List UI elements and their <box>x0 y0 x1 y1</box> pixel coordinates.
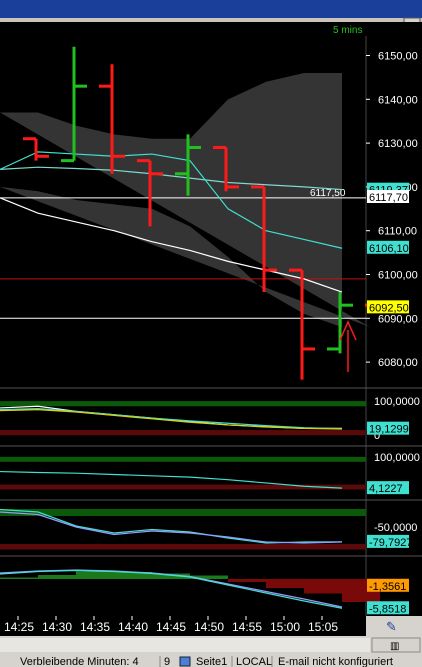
x-tick-label: 14:30 <box>42 620 72 634</box>
indicator3-panel: -50,0000 -79,7927 <box>0 508 417 550</box>
y-tick-label: 6150,00 <box>378 51 418 63</box>
y-tick-label: 100,0000 <box>374 452 420 464</box>
indicator-line <box>0 408 343 430</box>
price-badge-label: 6106,10 <box>369 243 409 255</box>
price-badge-label: 6117,70 <box>369 192 408 204</box>
histogram-panel: -1,3561 -5,8518 <box>0 569 409 615</box>
y-tick-label: 100,0000 <box>374 396 420 408</box>
indicator-badge-label: -1,3561 <box>369 581 406 593</box>
histogram-bar <box>304 579 342 594</box>
histogram-bar <box>38 575 76 579</box>
status-mail: E-mail nicht konfiguriert <box>278 656 393 667</box>
indicator1-panel: 100,0000019,1299 <box>0 396 420 442</box>
histogram-bar <box>228 579 266 582</box>
indicator-badge-label: 19,1299 <box>369 424 409 436</box>
histogram-bar <box>76 571 114 579</box>
histogram-bar <box>0 577 38 579</box>
indicator-badge-label: 4,1227 <box>369 483 403 495</box>
price-panel: 6117,506080,006090,006100,006110,006120,… <box>0 46 418 380</box>
page-icon <box>179 656 191 667</box>
status-page-name: Seite1 <box>196 656 227 667</box>
x-tick-label: 14:45 <box>156 620 186 634</box>
y-tick-label: 6100,00 <box>378 270 418 282</box>
x-tick-label: 14:25 <box>4 620 34 634</box>
indicator-badge-label: -5,8518 <box>369 603 406 615</box>
timeframe-label: 5 mins <box>333 25 362 36</box>
oversold-zone <box>0 430 366 436</box>
x-tick-label: 15:05 <box>308 620 338 634</box>
overbought-zone <box>0 401 366 407</box>
title-bar <box>0 0 422 20</box>
indicator-badge-label: -79,7927 <box>369 537 412 549</box>
y-tick-label: 6080,00 <box>378 357 418 369</box>
y-tick-label: -50,0000 <box>374 522 417 534</box>
status-mode: LOCAL <box>236 656 272 667</box>
window-frame-top <box>0 18 422 22</box>
y-tick-label: 6140,00 <box>378 94 418 106</box>
price-badge-label: 6092,50 <box>369 302 409 314</box>
x-tick-label: 15:00 <box>270 620 300 634</box>
status-page-count: 9 <box>164 656 170 667</box>
oversold-zone <box>0 544 366 550</box>
bollinger-band <box>0 73 370 328</box>
scroll-right-icon[interactable]: ▥ <box>390 641 399 652</box>
scrollbar-track[interactable] <box>0 638 370 652</box>
status-remaining-minutes: Verbleibende Minuten: 4 <box>20 656 139 667</box>
pen-tool-icon[interactable]: ✎ <box>386 620 397 635</box>
indicator2-panel: 100,000004,1227 <box>0 452 420 496</box>
x-tick-label: 14:50 <box>194 620 224 634</box>
overbought-zone <box>0 509 366 516</box>
overbought-zone <box>0 456 366 462</box>
y-tick-label: 6130,00 <box>378 138 418 150</box>
y-tick-label: 6110,00 <box>378 226 417 238</box>
x-tick-label: 14:35 <box>80 620 110 634</box>
histogram-bar <box>266 579 304 588</box>
y-tick-label: 6090,00 <box>378 313 418 325</box>
trading-chart: 5 mins 6117,506080,006090,006100,006110,… <box>0 0 422 667</box>
x-tick-label: 14:40 <box>118 620 148 634</box>
x-tick-label: 14:55 <box>232 620 262 634</box>
annotation-arrow <box>339 320 357 372</box>
